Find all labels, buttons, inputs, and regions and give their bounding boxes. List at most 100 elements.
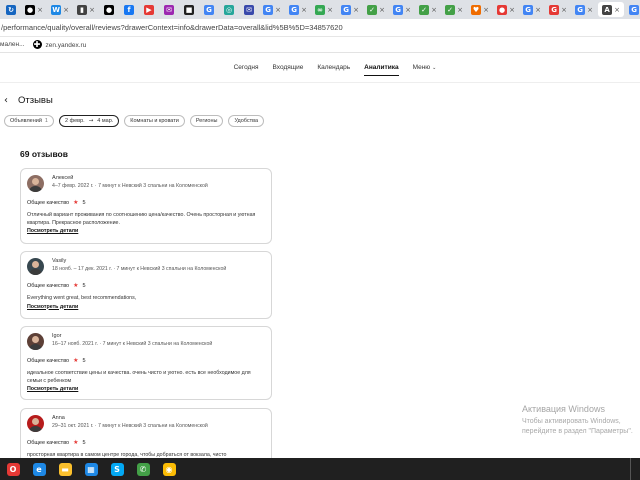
rating-value: 5 — [82, 282, 86, 289]
browser-tab[interactable]: G× — [520, 2, 544, 17]
browser-tab[interactable]: ✓ × — [416, 2, 440, 17]
rating-row: Общее качество ★ 5 — [27, 439, 265, 446]
whatsapp-icon: ✆ — [136, 462, 150, 476]
close-tab-icon[interactable]: × — [561, 6, 567, 14]
filter-regions[interactable]: Регионы — [189, 115, 224, 127]
google-icon-2: G — [263, 4, 274, 15]
close-tab-icon[interactable]: × — [327, 6, 333, 14]
close-tab-icon[interactable]: × — [89, 6, 95, 14]
close-tab-icon[interactable]: × — [275, 6, 281, 14]
browser-tab[interactable]: ✓ × — [364, 2, 388, 17]
browser-tab[interactable]: W × — [48, 2, 72, 17]
green-check-icon: ✓ — [367, 4, 378, 15]
calculator-icon: ▦ — [84, 462, 98, 476]
close-tab-icon[interactable]: × — [379, 6, 385, 14]
browser-tab[interactable]: ● — [100, 2, 118, 17]
browser-tab[interactable]: G× — [572, 2, 596, 17]
show-desktop-button[interactable] — [630, 458, 640, 480]
taskbar-app[interactable]: ✆ — [130, 458, 156, 480]
google-icon: G — [204, 4, 214, 15]
browser-tab[interactable]: ▶ — [140, 2, 158, 17]
close-tab-icon[interactable]: × — [405, 6, 411, 14]
close-tab-icon[interactable]: × — [457, 6, 463, 14]
filter-amenities[interactable]: Удобства — [228, 115, 265, 127]
taskbar-app[interactable]: S — [104, 458, 130, 480]
close-tab-icon[interactable]: × — [353, 6, 359, 14]
heart-icon: ♥ — [471, 4, 482, 15]
reviewer-name: Igor — [52, 333, 62, 339]
browser-tab[interactable]: ● × — [22, 2, 46, 17]
google-icon-5: G — [393, 4, 404, 15]
filter-rooms[interactable]: Комнаты и кровати — [124, 115, 185, 127]
browser-tab[interactable]: ∞ × — [312, 2, 336, 17]
skype-icon: S — [110, 462, 124, 476]
close-tab-icon[interactable]: × — [614, 6, 620, 14]
browser-tab[interactable]: ✉ — [240, 2, 258, 17]
browser-tab[interactable]: G× — [390, 2, 414, 17]
nav-item-inbox[interactable]: Входящие — [273, 60, 304, 75]
nav-item-analytics[interactable]: Аналитика — [364, 60, 399, 76]
view-details-link[interactable]: Посмотреть детали — [27, 228, 265, 234]
browser-tab[interactable]: A × — [598, 2, 624, 17]
bookmark-item-2[interactable]: ✚ zen.yandex.ru — [32, 40, 86, 49]
browser-tab[interactable]: ✓ × — [442, 2, 466, 17]
close-tab-icon[interactable]: × — [301, 6, 307, 14]
close-tab-icon[interactable]: × — [535, 6, 541, 14]
taskbar-app[interactable]: ▦ — [78, 458, 104, 480]
browser-tab[interactable]: ● × — [494, 2, 518, 17]
close-tab-icon[interactable]: × — [483, 6, 489, 14]
view-details-link[interactable]: Посмотреть детали — [27, 304, 265, 310]
browser-tab[interactable]: ♥ × — [468, 2, 492, 17]
browser-tab[interactable]: G× — [546, 2, 570, 17]
browser-tab[interactable]: f — [120, 2, 138, 17]
nav-item-today[interactable]: Сегодня — [234, 60, 259, 75]
browser-tab[interactable]: G× — [286, 2, 310, 17]
browser-tab[interactable]: ■ — [180, 2, 198, 17]
browser-tab[interactable]: G× — [626, 2, 640, 17]
taskbar-app[interactable]: O — [0, 458, 26, 480]
filter-dates[interactable]: 2 февр. → 4 мар. — [58, 115, 120, 127]
review-stay-info: 16–17 нояб. 2021 г. · 7 минут к Невский … — [52, 341, 213, 347]
review-text: идеальное соответствие цены и качества. … — [27, 370, 251, 384]
close-tab-icon[interactable]: × — [587, 6, 593, 14]
nav-item-calendar[interactable]: Календарь — [317, 60, 350, 75]
close-tab-icon[interactable]: × — [431, 6, 437, 14]
google-icon-4: G — [341, 4, 352, 15]
avatar — [27, 175, 44, 192]
taskbar: Oe ▬ ▦ S ✆ ◉ — [0, 458, 640, 480]
nav-menu-label: Меню — [412, 64, 431, 71]
url-text[interactable]: /performance/quality/overall/reviews?dra… — [1, 23, 343, 32]
filter-listings[interactable]: Объявлений 1 — [4, 115, 54, 127]
browser-tab[interactable]: ▮ × — [74, 2, 98, 17]
filter-bar: Объявлений 1 2 февр. → 4 мар. Комнаты и кро… — [4, 115, 265, 127]
arrow-right-icon: → — [88, 118, 94, 124]
close-tab-icon[interactable]: × — [63, 6, 69, 14]
browser-tab[interactable]: ✉ — [160, 2, 178, 17]
bookmarks-bar: мален... ✚ zen.yandex.ru — [0, 37, 640, 53]
yandex-eda-icon: ● — [104, 4, 114, 15]
rating-row: Общее качество ★ 5 — [27, 357, 265, 364]
address-bar[interactable]: /performance/quality/overall/reviews?dra… — [0, 19, 640, 37]
browser-tab[interactable]: G× — [260, 2, 284, 17]
browser-tab[interactable]: G — [200, 2, 218, 17]
filter-listings-label: Объявлений — [10, 118, 42, 124]
nav-item-menu[interactable]: Меню ⌄ — [413, 60, 437, 75]
browser-tab[interactable]: ◎ — [220, 2, 238, 17]
review-stay-info: 29–31 окт. 2021 г. · 7 минут к Невский 3… — [52, 423, 208, 429]
taskbar-app[interactable]: e — [26, 458, 52, 480]
close-tab-icon[interactable]: × — [509, 6, 515, 14]
star-icon: ★ — [73, 357, 79, 364]
agent-icon: ● — [25, 4, 36, 15]
taskbar-app[interactable]: ◉ — [156, 458, 182, 480]
view-details-link[interactable]: Посмотреть детали — [27, 386, 265, 392]
browser-tab[interactable]: G× — [338, 2, 362, 17]
bookmark-item-1[interactable]: мален... — [0, 41, 25, 48]
close-tab-icon[interactable]: × — [37, 6, 43, 14]
browser-tab[interactable]: ↻ — [2, 2, 20, 17]
green-check-icon-2: ✓ — [419, 4, 430, 15]
activation-watermark-title: Активация Windows — [522, 404, 605, 414]
taskbar-app[interactable]: ▬ — [52, 458, 78, 480]
back-arrow-icon[interactable]: ‹ — [4, 95, 8, 106]
edge-icon: e — [32, 462, 46, 476]
red-circle-icon: ● — [497, 4, 508, 15]
